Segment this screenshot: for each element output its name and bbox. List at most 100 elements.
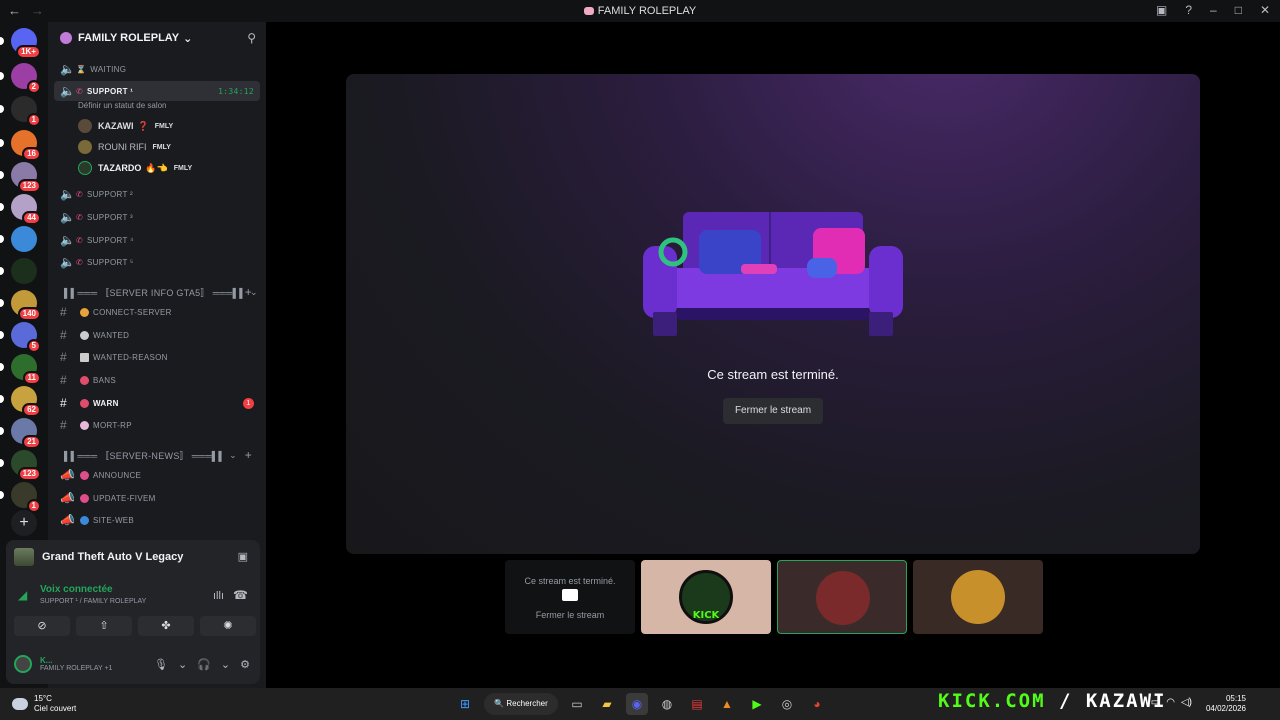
channel-status[interactable]: Définir un statut de salon <box>78 101 167 110</box>
text-channel[interactable]: # MORT-RP <box>54 415 260 435</box>
hourglass-icon: ⌛ <box>76 64 87 74</box>
server-icon[interactable]: 140 <box>11 290 41 321</box>
mention-badge: 44 <box>22 211 41 225</box>
chevron-down-icon[interactable]: ⌄ <box>178 658 187 671</box>
close-button[interactable]: ✕ <box>1260 3 1270 17</box>
minimize-button[interactable]: – <box>1210 3 1217 17</box>
category-server-news[interactable]: ▌▌═══ 〚SERVER-NEWS〛 ═══▌▌ ⌄ + <box>54 445 260 465</box>
voice-channel-support-2[interactable]: 🔈 ✆ SUPPORT ² <box>54 184 260 204</box>
camera-off-icon[interactable]: ⊘ <box>14 616 70 636</box>
soundboard-icon[interactable]: ✺ <box>200 616 256 636</box>
server-icon[interactable]: 11 <box>11 354 41 385</box>
server-icon[interactable]: 44 <box>11 194 41 225</box>
thumb-tazardo[interactable] <box>777 560 907 634</box>
server-icon[interactable]: 62 <box>11 386 41 417</box>
voice-channel-support-5[interactable]: 🔈 ✆ SUPPORT ⁵ <box>54 252 260 272</box>
wifi-icon[interactable]: ◠ <box>1166 697 1175 708</box>
voice-channel-support-1[interactable]: 🔈 ✆ SUPPORT ¹ 1:34:12 <box>54 81 260 101</box>
user-name[interactable]: K... FAMILY ROLEPLAY +1 <box>40 656 112 672</box>
category-server-info[interactable]: ▌▌═══ 〚SERVER INFO GTA5〛 ═══▌▌ ⌄ + <box>54 282 260 302</box>
search-box[interactable]: 🔍 Rechercher <box>484 693 558 715</box>
voice-user-tazardo[interactable]: TAZARDO 🔥👈 FMLY <box>78 159 192 177</box>
steam-icon[interactable]: ◍ <box>656 693 678 715</box>
text-channel[interactable]: # WANTED <box>54 325 260 345</box>
voice-channel-support-3[interactable]: 🔈 ✆ SUPPORT ³ <box>54 207 260 227</box>
guild-header[interactable]: FAMILY ROLEPLAY ⌄ ⚲ <box>48 22 266 54</box>
monitor-icon <box>562 589 578 601</box>
noise-suppression-icon[interactable]: ıllı <box>213 590 224 602</box>
mention-badge: 123 <box>17 179 41 193</box>
server-icon[interactable]: 123 <box>11 450 41 481</box>
task-view-icon[interactable]: ▭ <box>566 693 588 715</box>
voice-connection[interactable]: Voix connectée SUPPORT ¹ / FAMILY ROLEPL… <box>40 584 146 605</box>
volume-icon[interactable]: ◁) <box>1181 697 1192 708</box>
screen-share-icon[interactable]: ⇧ <box>76 616 132 636</box>
text-channel[interactable]: # CONNECT-SERVER <box>54 302 260 322</box>
windows-start-icon[interactable]: ⊞ <box>454 693 476 715</box>
disconnect-icon[interactable]: ☎ <box>233 588 248 602</box>
app-icon[interactable]: ▤ <box>686 693 708 715</box>
user-controls: 🎙 ⌄ 🎧 ⌄ ⚙ <box>154 658 250 671</box>
server-icon[interactable]: 16 <box>11 130 41 161</box>
headphones-icon[interactable]: 🎧 <box>197 658 211 671</box>
microphone-icon[interactable]: 🎙 <box>154 658 168 671</box>
activities-icon[interactable]: ✤ <box>138 616 194 636</box>
text-channel[interactable]: # BANS <box>54 370 260 390</box>
phone-icon: ✆ <box>76 189 84 199</box>
avatar <box>78 161 92 175</box>
server-icon[interactable]: 2 <box>11 63 41 94</box>
discord-icon[interactable]: ◉ <box>626 693 648 715</box>
server-icon[interactable]: 5 <box>11 322 41 353</box>
server-icon[interactable] <box>11 226 37 252</box>
clan-tag: FMLY <box>154 122 174 130</box>
stream-game-icon[interactable]: ▣ <box>238 550 248 563</box>
add-member-icon[interactable]: ⚲ <box>247 31 256 45</box>
display-icon[interactable]: ▭ <box>1151 697 1160 708</box>
voice-channel-support-4[interactable]: 🔈 ✆ SUPPORT ⁴ <box>54 230 260 250</box>
inbox-icon[interactable]: ▣ <box>1156 3 1167 17</box>
kick-app-icon[interactable]: ▶ <box>746 693 768 715</box>
voice-user-kazawi[interactable]: KAZAWI ❓ FMLY <box>78 117 173 135</box>
guild-icon <box>60 32 72 44</box>
text-channel-warn[interactable]: # WARN 1 <box>54 393 260 413</box>
server-icon[interactable]: 1 <box>11 482 41 513</box>
announcement-channel[interactable]: 📣 UPDATE-FIVEM <box>54 488 260 508</box>
unread-pip <box>0 427 4 435</box>
add-server-button[interactable]: + <box>11 510 37 536</box>
avatar[interactable] <box>14 655 32 673</box>
add-channel-icon[interactable]: + <box>245 448 252 462</box>
voice-channel-waiting[interactable]: 🔈 ⌛ WAITING <box>54 59 260 79</box>
chevron-down-icon[interactable]: ⌄ <box>221 658 230 671</box>
taskbar: 15°C Ciel couvert ⊞ 🔍 Rechercher ▭ ▰ ◉ ◍… <box>0 688 1280 720</box>
help-icon[interactable]: ? <box>1185 3 1192 17</box>
thumb-rouni[interactable] <box>913 560 1043 634</box>
add-channel-icon[interactable]: + <box>245 285 252 299</box>
game-activity[interactable]: Grand Theft Auto V Legacy <box>14 548 183 566</box>
server-icon[interactable] <box>11 258 37 284</box>
server-icon[interactable]: 123 <box>11 162 41 193</box>
app-icon[interactable]: ▲ <box>716 693 738 715</box>
announcement-channel[interactable]: 📣 SITE-WEB <box>54 510 260 530</box>
server-icon[interactable]: 1 <box>11 96 41 127</box>
app-icon[interactable]: ◎ <box>776 693 798 715</box>
thumb-ended-stream[interactable]: Ce stream est terminé. Fermer le stream <box>505 560 635 634</box>
close-stream-button[interactable]: Fermer le stream <box>723 398 823 424</box>
voice-timer: 1:34:12 <box>218 86 254 96</box>
stream-ended-message: Ce stream est terminé. <box>707 367 839 382</box>
kick-label: KICK <box>692 610 720 621</box>
text-channel[interactable]: # WANTED-REASON <box>54 347 260 367</box>
clock[interactable]: 05:15 04/02/2026 <box>1206 694 1246 714</box>
file-explorer-icon[interactable]: ▰ <box>596 693 618 715</box>
phone-icon: ✆ <box>76 257 84 267</box>
weather-widget[interactable]: 15°C Ciel couvert <box>12 694 76 714</box>
chrome-icon[interactable]: ◕ <box>806 693 828 715</box>
maximize-button[interactable]: □ <box>1235 3 1242 17</box>
server-icon[interactable]: 21 <box>11 418 41 449</box>
unread-pip <box>0 459 4 467</box>
gear-icon[interactable]: ⚙ <box>240 658 250 671</box>
mention-badge: 11 <box>22 371 41 385</box>
thumb-kazawi[interactable]: KICK <box>641 560 771 634</box>
server-icon[interactable]: 1K+ <box>11 28 41 59</box>
announcement-channel[interactable]: 📣 ANNOUNCE <box>54 465 260 485</box>
voice-user-rouni[interactable]: ROUNI RIFI FMLY <box>78 138 171 156</box>
